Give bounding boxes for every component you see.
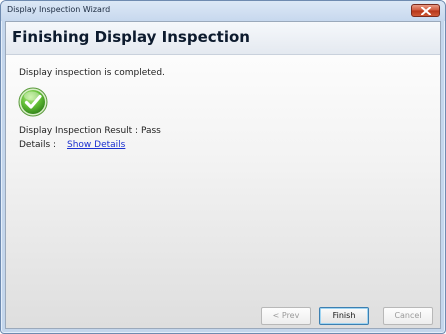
page-title: Finishing Display Inspection xyxy=(12,28,250,46)
details-label: Details : xyxy=(19,140,57,150)
title-bar[interactable]: Display Inspection Wizard xyxy=(1,1,445,21)
close-button[interactable] xyxy=(411,4,440,17)
wizard-window: Display Inspection Wizard Finishing Disp… xyxy=(0,0,446,334)
window-title: Display Inspection Wizard xyxy=(7,5,111,14)
wizard-header: Finishing Display Inspection xyxy=(6,22,440,55)
success-checkmark-icon xyxy=(18,87,48,117)
finish-button[interactable]: Finish xyxy=(319,307,369,325)
show-details-link[interactable]: Show Details xyxy=(67,140,125,150)
cancel-button[interactable]: Cancel xyxy=(383,307,433,325)
status-message: Display inspection is completed. xyxy=(19,68,165,78)
close-x-icon xyxy=(421,7,431,15)
wizard-client-area: Finishing Display Inspection Display ins… xyxy=(5,21,441,329)
prev-button[interactable]: < Prev xyxy=(261,307,311,325)
inspection-result: Display Inspection Result : Pass xyxy=(19,126,161,136)
